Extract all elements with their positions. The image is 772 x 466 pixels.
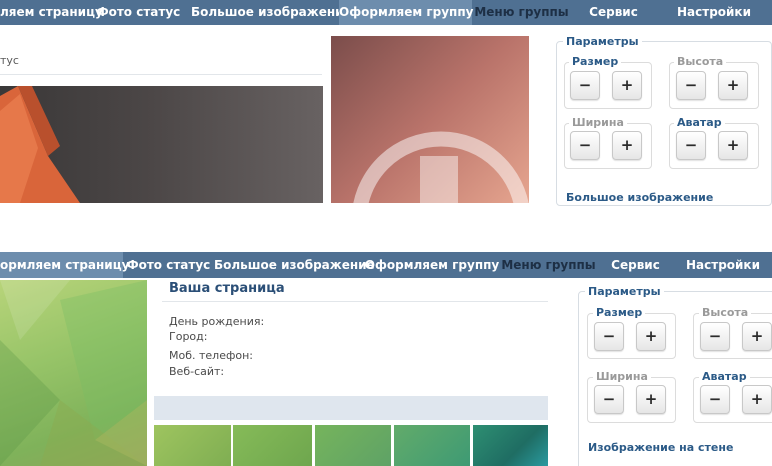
bottom-params-title: Параметры: [585, 285, 664, 298]
bottom-avatar-label: Аватар: [699, 370, 750, 383]
wall-thumb-5[interactable]: [473, 425, 548, 466]
bottom-width-minus-button[interactable]: −: [594, 385, 624, 414]
size-plus-button[interactable]: +: [612, 71, 642, 100]
bottom-nav-my-page[interactable]: ормляем страницу: [0, 252, 129, 278]
wall-image-section-title: Изображение на стене: [585, 441, 737, 454]
wall-thumb-1[interactable]: [154, 425, 231, 466]
bottom-nav-big-image[interactable]: Большое изображение: [214, 252, 375, 278]
birthday-label: День рождения:: [169, 315, 265, 328]
orange-shape-graphic: [0, 86, 80, 203]
width-minus-button[interactable]: −: [570, 131, 600, 160]
divider: [0, 74, 322, 75]
top-nav-photo-status[interactable]: Фото статус: [86, 0, 191, 25]
wall-thumb-4[interactable]: [394, 425, 470, 466]
top-nav-my-page[interactable]: ляем страницу: [0, 0, 103, 25]
bottom-height-label: Высота: [699, 306, 752, 319]
height-plus-button[interactable]: +: [718, 71, 748, 100]
profile-band: [154, 396, 548, 420]
top-nav-group-menu[interactable]: Меню группы: [472, 0, 571, 25]
big-image-section-title: Большое изображение: [563, 191, 717, 204]
bottom-nav-photo-status[interactable]: Фото статус: [123, 252, 214, 278]
bottom-width-label: Ширина: [593, 370, 651, 383]
top-nav-bar: ляем страницу Фото статус Большое изобра…: [0, 0, 772, 25]
width-plus-button[interactable]: +: [612, 131, 642, 160]
logo-watermark: [353, 131, 529, 203]
wall-thumb-3[interactable]: [315, 425, 391, 466]
height-minus-button[interactable]: −: [676, 71, 706, 100]
bottom-height-plus-button[interactable]: +: [742, 322, 772, 351]
params-title: Параметры: [563, 35, 642, 48]
bottom-size-plus-button[interactable]: +: [636, 322, 666, 351]
phone-label: Моб. телефон:: [169, 349, 254, 362]
bottom-avatar-minus-button[interactable]: −: [700, 385, 730, 414]
status-text: тус: [0, 54, 19, 67]
avatar-plus-button[interactable]: +: [718, 131, 748, 160]
avatar-image[interactable]: [331, 36, 529, 203]
website-label: Веб-сайт:: [169, 365, 225, 378]
title-divider: [162, 301, 548, 302]
width-label: Ширина: [569, 116, 627, 129]
top-nav-group-design[interactable]: Оформляем группу: [339, 0, 473, 25]
bottom-avatar-plus-button[interactable]: +: [742, 385, 772, 414]
polygon-pattern-graphic: [0, 280, 147, 466]
size-minus-button[interactable]: −: [570, 71, 600, 100]
bottom-size-minus-button[interactable]: −: [594, 322, 624, 351]
page-title: Ваша страница: [169, 281, 285, 296]
profile-avatar-image[interactable]: [0, 280, 147, 466]
top-nav-big-image[interactable]: Большое изображение: [191, 0, 352, 25]
city-label: Город:: [169, 330, 208, 343]
size-label: Размер: [569, 55, 622, 68]
bottom-height-minus-button[interactable]: −: [700, 322, 730, 351]
bottom-size-label: Размер: [593, 306, 646, 319]
wall-thumb-2[interactable]: [233, 425, 312, 466]
bottom-width-plus-button[interactable]: +: [636, 385, 666, 414]
top-nav-settings[interactable]: Настройки: [656, 0, 772, 25]
bottom-nav-bar: ормляем страницу Фото статус Большое изо…: [0, 252, 772, 278]
height-label: Высота: [674, 55, 727, 68]
avatar-minus-button[interactable]: −: [676, 131, 706, 160]
bottom-nav-group-menu[interactable]: Меню группы: [500, 252, 597, 278]
bottom-nav-service[interactable]: Сервис: [597, 252, 674, 278]
top-nav-service[interactable]: Сервис: [571, 0, 656, 25]
bottom-nav-settings[interactable]: Настройки: [674, 252, 772, 278]
bottom-nav-group-design[interactable]: Оформляем группу: [364, 252, 500, 278]
cover-image[interactable]: [0, 86, 323, 203]
avatar-label: Аватар: [674, 116, 725, 129]
